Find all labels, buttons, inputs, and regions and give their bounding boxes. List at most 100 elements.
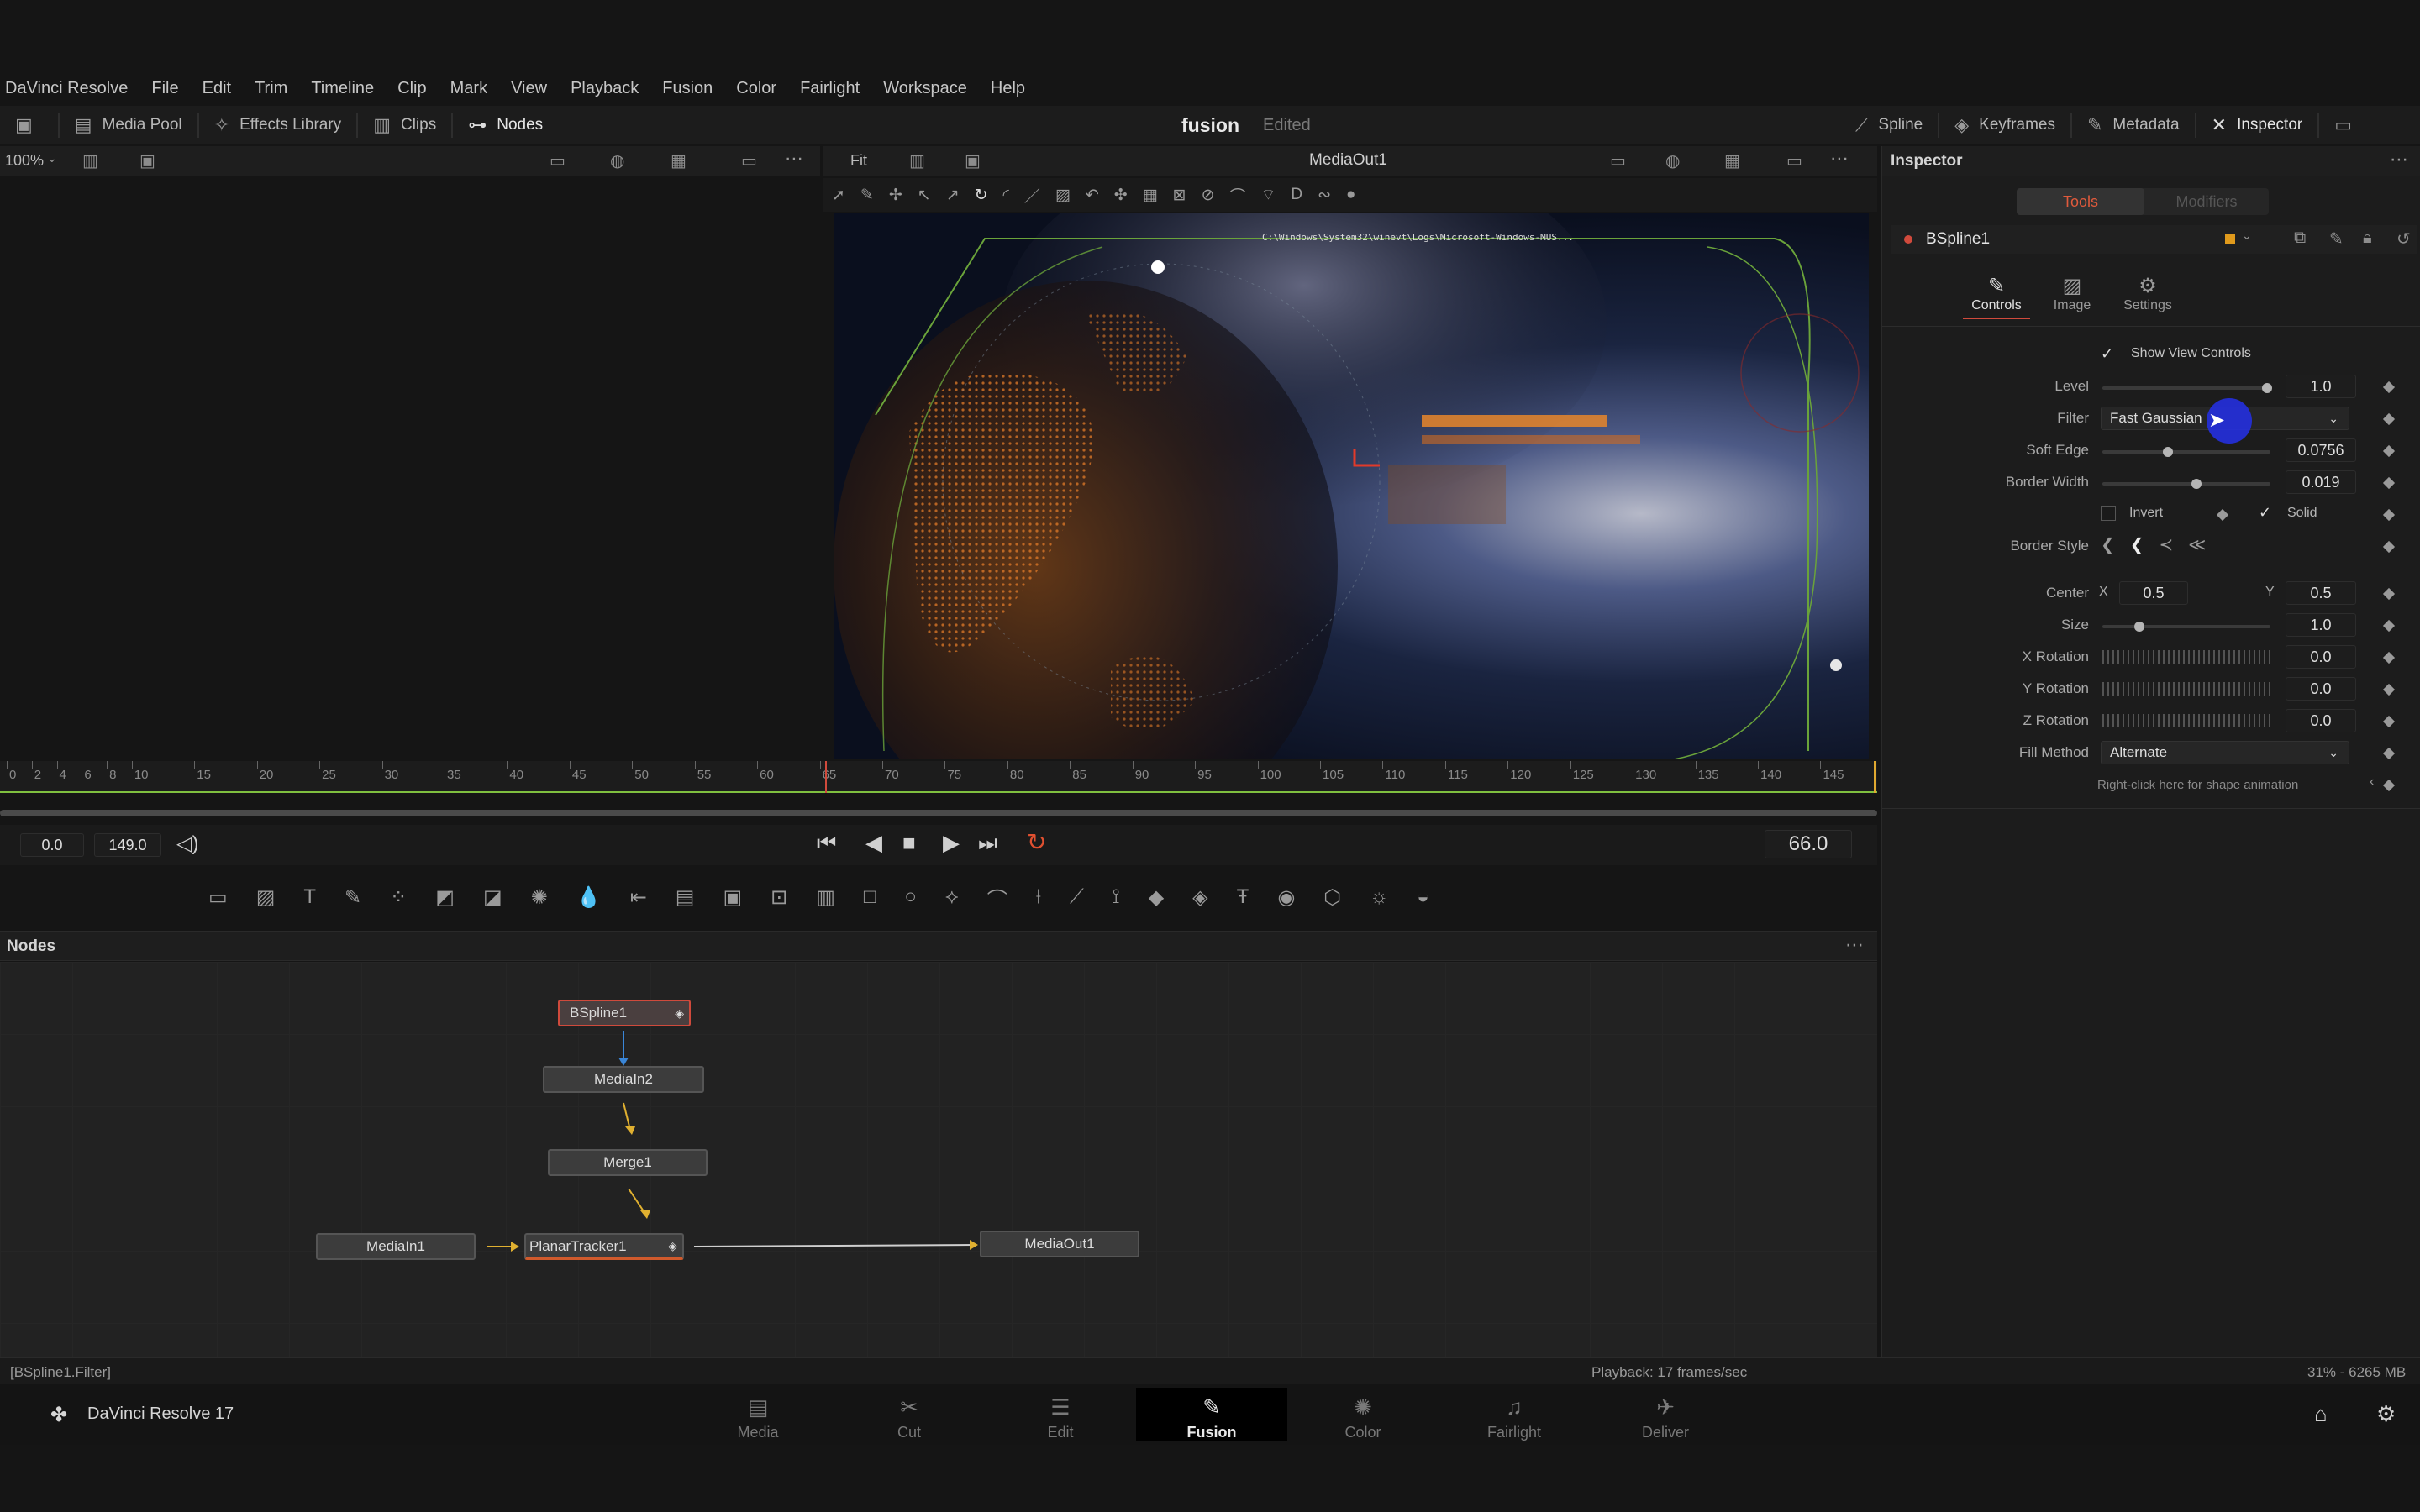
stop-icon[interactable]: ■ <box>902 830 916 856</box>
planar-tracker-icon[interactable]: ⟋ <box>1070 885 1084 909</box>
menu-playback[interactable]: Playback <box>571 79 639 98</box>
center-y-value[interactable]: 0.5 <box>2286 581 2356 605</box>
bspline-mask-icon[interactable]: ⌒ <box>987 883 1007 912</box>
clips-button[interactable]: ▥ Clips <box>358 107 451 144</box>
grid-icon[interactable]: ▦ <box>671 150 687 171</box>
node-enable-dot[interactable] <box>1904 235 1912 244</box>
publish-icon[interactable]: ⌔ <box>1261 185 1276 205</box>
menu-color[interactable]: Color <box>736 79 776 98</box>
media-pool-button[interactable]: ▤ Media Pool <box>60 107 197 144</box>
versions-icon[interactable]: ⧉ <box>2294 228 2306 248</box>
x-rotation-value[interactable]: 0.0 <box>2286 645 2356 669</box>
camera3d-icon[interactable]: ◉ <box>1277 885 1295 910</box>
menu-file[interactable]: File <box>151 79 178 98</box>
left-viewer-zoom[interactable]: 100% <box>5 152 44 170</box>
go-to-start-icon[interactable]: ⏮ <box>817 830 836 857</box>
node-mediain2[interactable]: MediaIn2 <box>543 1066 704 1093</box>
playhead[interactable] <box>825 761 827 793</box>
current-frame-field[interactable]: 66.0 <box>1765 830 1852 858</box>
panel-toggle-icon[interactable]: ▣ <box>15 114 33 136</box>
go-to-end-icon[interactable]: ⏭ <box>978 830 997 857</box>
right-viewer-zoom[interactable]: Fit <box>850 152 867 170</box>
window-icon[interactable]: ▣ <box>965 150 981 171</box>
menu-clip[interactable]: Clip <box>397 79 426 98</box>
more-options-icon[interactable]: ⋯ <box>2390 149 2408 171</box>
node-header[interactable]: BSpline1 ⌄ ⧉ ✎ 🔒︎ ↺ <box>1891 225 2417 254</box>
select-tool-icon[interactable]: ➚ <box>832 186 845 205</box>
left-viewer-canvas[interactable] <box>0 177 820 760</box>
dot-icon[interactable]: ● <box>1346 186 1355 204</box>
image-plane-icon[interactable]: ◒ <box>1417 885 1429 909</box>
chevron-left-icon[interactable]: ‹ <box>2370 774 2374 790</box>
center-x-value[interactable]: 0.5 <box>2119 581 2188 605</box>
background-tool-icon[interactable]: ▭ <box>208 885 228 910</box>
play-reverse-icon[interactable]: ◀ <box>865 830 882 856</box>
start-frame-field[interactable]: 0.0 <box>20 833 84 857</box>
node-planartracker1[interactable]: PlanarTracker1 ◈ <box>524 1233 684 1260</box>
size-slider-knob[interactable] <box>2134 622 2144 632</box>
end-frame-field[interactable]: 149.0 <box>94 833 161 857</box>
lock-icon[interactable]: 🔒︎ <box>2363 228 2372 248</box>
show-view-controls-checkbox[interactable]: ✓ <box>2101 346 2116 361</box>
grid-icon[interactable]: ▦ <box>1724 150 1740 171</box>
linear-icon[interactable]: ／ <box>1024 184 1040 207</box>
follow-icon[interactable]: D <box>1291 186 1302 204</box>
color-correct-icon[interactable]: ◪ <box>483 885 502 910</box>
soft-edge-value[interactable]: 0.0756 <box>2286 438 2356 462</box>
tab-tools[interactable]: Tools <box>2017 188 2144 215</box>
border-miter-icon[interactable]: ≺ <box>2160 534 2174 555</box>
inspector-button[interactable]: ✕ Inspector <box>2196 107 2318 144</box>
metadata-button[interactable]: ✎ Metadata <box>2072 107 2195 144</box>
more-options-icon[interactable]: ⋯ <box>785 148 803 170</box>
fill-method-dropdown[interactable]: Alternate ⌄ <box>2101 741 2349 764</box>
curve-icon[interactable]: ⌒ <box>1230 184 1246 207</box>
page-tab-fusion[interactable]: ✎ Fusion <box>1136 1388 1287 1441</box>
node-bspline1[interactable]: BSpline1 ◈ <box>558 1000 691 1026</box>
border-sharp-icon[interactable]: ≪ <box>2188 534 2206 555</box>
page-tab-fairlight[interactable]: ♫ Fairlight <box>1439 1388 1590 1441</box>
page-tab-cut[interactable]: ✂ Cut <box>834 1388 985 1441</box>
size-keyframe-icon[interactable] <box>2382 619 2396 633</box>
channel-booleans-icon[interactable]: ▤ <box>676 885 695 910</box>
level-slider[interactable] <box>2102 383 2272 393</box>
fill-method-keyframe-icon[interactable] <box>2382 747 2396 760</box>
node-mediain1[interactable]: MediaIn1 <box>316 1233 476 1260</box>
solid-checkbox[interactable]: ✓ <box>2259 504 2271 522</box>
point-select-icon[interactable]: ↖ <box>918 186 931 205</box>
menu-help[interactable]: Help <box>991 79 1025 98</box>
text-tool-icon[interactable]: T <box>303 885 316 909</box>
soft-edge-keyframe-icon[interactable] <box>2382 444 2396 458</box>
page-tab-deliver[interactable]: ✈ Deliver <box>1590 1388 1741 1441</box>
page-tab-color[interactable]: ✺ Color <box>1287 1388 1439 1441</box>
filter-keyframe-icon[interactable] <box>2382 412 2396 426</box>
reset-icon[interactable]: ↺ <box>2396 228 2411 249</box>
level-slider-knob[interactable] <box>2262 383 2272 393</box>
monitor-icon[interactable]: ▭ <box>2334 114 2352 136</box>
home-icon[interactable]: ⌂ <box>2314 1401 2328 1427</box>
layout-icon[interactable]: ▥ <box>82 150 98 171</box>
shape-box-icon[interactable]: ▦ <box>1143 186 1158 205</box>
soft-edge-slider[interactable] <box>2102 447 2270 457</box>
gear-icon[interactable]: ⚙ <box>2376 1401 2396 1427</box>
layout-icon[interactable]: ▥ <box>909 150 925 171</box>
renderer3d-icon[interactable]: ⬡ <box>1323 885 1341 910</box>
glow-tool-icon[interactable]: ✺ <box>531 885 548 910</box>
point-modify-icon[interactable]: ↗ <box>946 186 960 205</box>
merge-tool-icon[interactable]: ⇤ <box>630 885 647 910</box>
menu-davinci[interactable]: DaVinci Resolve <box>5 79 128 98</box>
window-icon[interactable]: ▣ <box>139 150 155 171</box>
menu-view[interactable]: View <box>511 79 547 98</box>
x-rotation-keyframe-icon[interactable] <box>2382 651 2396 664</box>
y-rotation-value[interactable]: 0.0 <box>2286 677 2356 701</box>
border-round-icon[interactable]: ❮ <box>2101 534 2115 555</box>
menu-edit[interactable]: Edit <box>203 79 231 98</box>
menu-trim[interactable]: Trim <box>255 79 287 98</box>
more-options-icon[interactable]: ⋯ <box>1830 148 1849 170</box>
ellipse-mask-icon[interactable]: ○ <box>904 885 917 909</box>
point-add-icon[interactable]: ✢ <box>889 186 902 205</box>
level-keyframe-icon[interactable] <box>2382 381 2396 394</box>
z-rotation-value[interactable]: 0.0 <box>2286 709 2356 732</box>
node-color-swatch[interactable] <box>2225 234 2235 244</box>
node-mediaout1[interactable]: MediaOut1 <box>980 1231 1139 1257</box>
y-rotation-dial[interactable] <box>2102 682 2270 696</box>
